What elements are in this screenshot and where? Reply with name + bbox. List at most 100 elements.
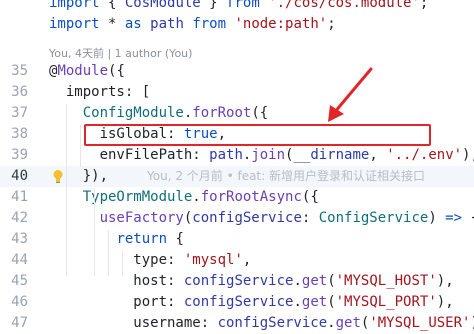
code-text[interactable]: type: 'mysql', xyxy=(49,250,251,271)
code-token: ), xyxy=(436,273,454,289)
code-token: : xyxy=(167,294,184,310)
code-token: TypeOrmModule xyxy=(49,189,193,205)
line-number: 36 xyxy=(11,84,28,100)
code-token: : [ xyxy=(124,84,151,100)
code-token: 'MYSQL_HOST' xyxy=(335,273,437,289)
code-line[interactable]: 46 port: configService.get('MYSQL_PORT')… xyxy=(0,292,474,313)
code-token: : xyxy=(167,273,184,289)
code-token: Module xyxy=(57,63,109,79)
code-token: envFilePath xyxy=(49,147,193,163)
line-number: 47 xyxy=(11,315,28,331)
code-token: ConfigModule xyxy=(49,105,184,121)
code-text[interactable]: TypeOrmModule.forRootAsync({ xyxy=(49,187,319,208)
line-number: 43 xyxy=(11,231,28,247)
code-token: get xyxy=(301,273,328,289)
annotation-highlight-box xyxy=(84,124,431,146)
code-line[interactable]: 44 type: 'mysql', xyxy=(0,250,474,271)
line-number: 45 xyxy=(11,273,28,289)
code-token: ({ xyxy=(108,63,125,79)
code-token: . xyxy=(293,294,302,310)
code-token: '../.env' xyxy=(386,147,463,163)
code-token: get xyxy=(335,315,361,331)
code-token: ( xyxy=(327,273,336,289)
code-token: 'MYSQL_USER' xyxy=(369,315,471,331)
code-token: configService xyxy=(192,210,302,226)
indent-guide xyxy=(66,104,67,276)
line-number: 42 xyxy=(11,210,28,226)
code-text[interactable]: host: configService.get('MYSQL_HOST'), xyxy=(49,271,454,292)
code-token: configService xyxy=(183,273,294,289)
code-token: : xyxy=(200,315,218,331)
code-token: } xyxy=(200,0,227,11)
code-token: . xyxy=(293,273,302,289)
code-line[interactable]: 41 TypeOrmModule.forRootAsync({ xyxy=(0,187,474,208)
code-line[interactable]: 35 @Module({ xyxy=(0,61,474,82)
code-token: => xyxy=(445,210,463,226)
code-token: * xyxy=(99,16,125,32)
indent-guide xyxy=(94,188,95,276)
code-line[interactable]: 40 }), You, 2 个月前 • feat: 新增用户登录和认证相关接口 xyxy=(0,166,474,187)
code-text[interactable]: useFactory(configService: ConfigService)… xyxy=(49,208,474,229)
code-text[interactable]: port: configService.get('MYSQL_PORT'), xyxy=(49,292,454,313)
code-token: as xyxy=(124,16,142,32)
code-token: __dirname xyxy=(293,147,370,163)
code-line[interactable]: 39 envFilePath: path.join(__dirname, '..… xyxy=(0,145,474,166)
line-number: 44 xyxy=(11,252,28,268)
code-text[interactable]: envFilePath: path.join(__dirname, '../.e… xyxy=(49,145,474,166)
code-token: ( xyxy=(327,294,336,310)
code-token: import xyxy=(49,0,100,11)
code-token: ) xyxy=(428,210,446,226)
code-line[interactable]: 36 imports: [ xyxy=(0,82,474,103)
code-token: . xyxy=(327,315,336,331)
code-line[interactable]: import * as path from 'node:path'; xyxy=(0,14,474,35)
code-token: './cos/cos.module' xyxy=(268,0,420,11)
code-text[interactable]: imports: [ xyxy=(49,82,150,103)
code-token: useFactory xyxy=(49,210,184,226)
code-token: 'mysql' xyxy=(183,252,243,268)
code-token: ({ xyxy=(251,105,269,121)
code-token: configService xyxy=(217,315,328,331)
code-token: ; xyxy=(419,0,429,11)
code-token: path xyxy=(141,16,193,32)
code-text[interactable]: ConfigModule.forRoot({ xyxy=(49,103,268,124)
code-text[interactable]: @Module({ xyxy=(49,61,125,82)
code-token: { xyxy=(167,231,184,247)
line-number: 41 xyxy=(11,189,28,205)
indent-guide xyxy=(108,230,109,276)
code-text[interactable]: import { CosModule } from './cos/cos.mod… xyxy=(49,0,428,14)
code-line[interactable]: import { CosModule } from './cos/cos.mod… xyxy=(0,0,474,14)
code-token: from xyxy=(226,0,260,11)
code-token: return xyxy=(116,231,168,247)
code-token: ; xyxy=(327,16,336,32)
code-line[interactable]: 47 username: configService.get('MYSQL_US… xyxy=(0,313,474,334)
code-token: ), xyxy=(436,294,454,310)
git-blame-inline: You, 2 个月前 • feat: 新增用户登录和认证相关接口 xyxy=(147,169,425,183)
code-token: forRootAsync xyxy=(200,189,302,205)
line-number: 40 xyxy=(11,168,28,184)
code-token: , xyxy=(369,147,387,163)
code-line[interactable]: 43 return { xyxy=(0,229,474,250)
code-token: path xyxy=(209,147,243,163)
code-line[interactable]: 45 host: configService.get('MYSQL_HOST')… xyxy=(0,271,474,292)
line-number: 38 xyxy=(11,126,28,142)
code-token: CosModule xyxy=(124,0,201,11)
code-token: ), xyxy=(462,147,474,163)
code-text[interactable]: import * as path from 'node:path'; xyxy=(49,14,336,35)
code-token: forRoot xyxy=(192,105,252,121)
line-number: 37 xyxy=(11,105,28,121)
code-token: get xyxy=(301,294,328,310)
code-token: : xyxy=(192,147,210,163)
code-token: , xyxy=(242,252,252,268)
indent-guide xyxy=(80,125,81,167)
line-number: 39 xyxy=(11,147,28,163)
code-token: import xyxy=(49,16,100,32)
code-token: 'MYSQL_PORT' xyxy=(335,294,437,310)
code-text[interactable]: username: configService.get('MYSQL_USER'… xyxy=(49,313,474,334)
code-line[interactable]: 42 useFactory(configService: ConfigServi… xyxy=(0,208,474,229)
code-line[interactable]: 37 ConfigModule.forRoot({ xyxy=(0,103,474,124)
code-token: imports xyxy=(49,84,125,100)
code-text[interactable]: return { xyxy=(49,229,184,250)
lightbulb-icon[interactable] xyxy=(52,169,64,184)
